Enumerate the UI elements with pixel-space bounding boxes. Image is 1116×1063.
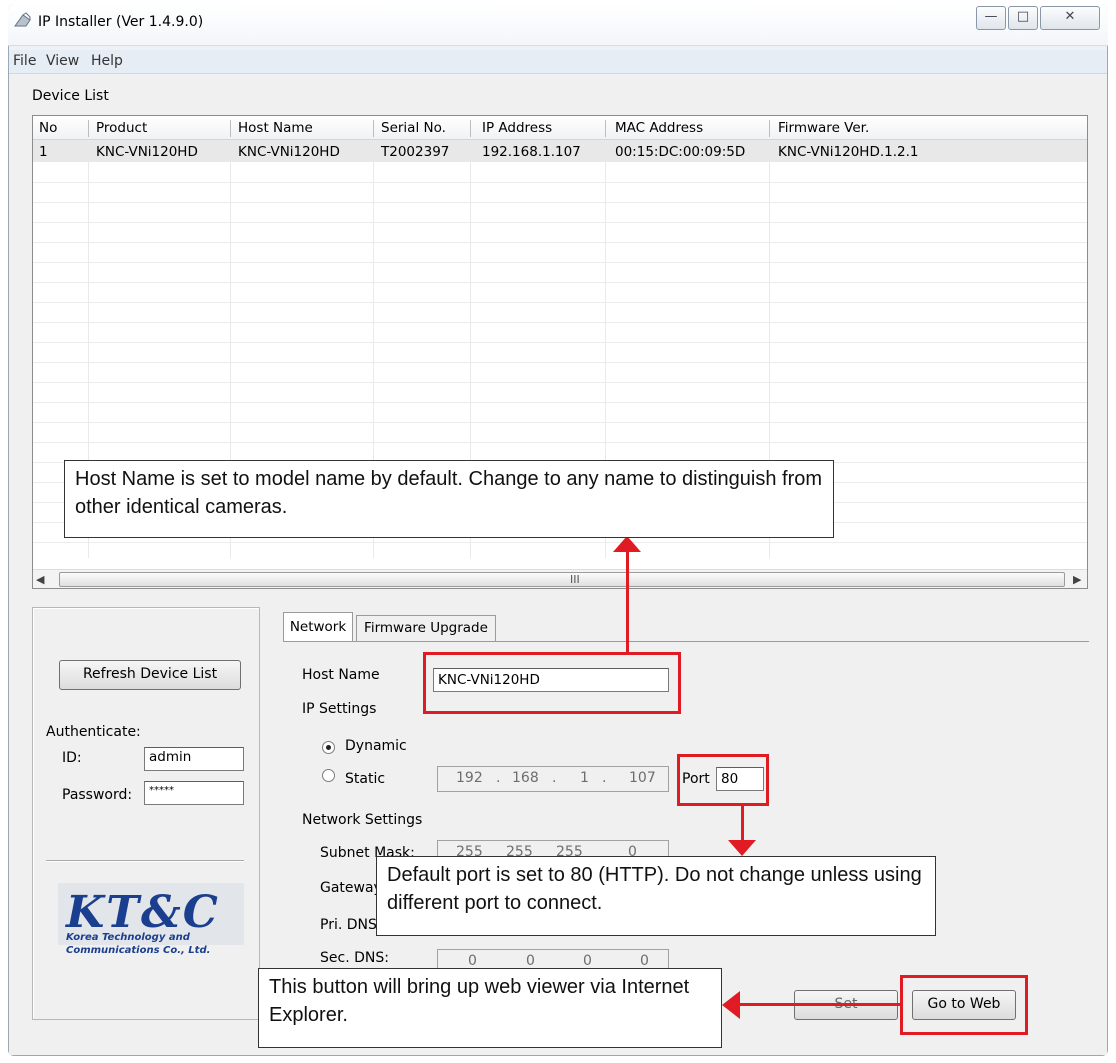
arrow-up-icon: [613, 536, 641, 552]
ip-octet: 168: [512, 770, 539, 786]
tab-network[interactable]: Network: [283, 612, 353, 642]
radio-selected-dot: [326, 745, 331, 750]
tab-firmware-upgrade[interactable]: Firmware Upgrade: [356, 615, 496, 641]
grid-line: [33, 282, 1087, 283]
menu-view[interactable]: View: [46, 53, 79, 69]
port-callout: Default port is set to 80 (HTTP). Do not…: [376, 856, 936, 936]
column-separator[interactable]: [769, 120, 770, 137]
grid-line: [33, 382, 1087, 383]
port-highlight: [677, 754, 769, 806]
menu-file[interactable]: File: [13, 53, 36, 69]
arrow-line: [626, 548, 629, 654]
column-host-name[interactable]: Host Name: [238, 120, 313, 136]
ip-octet: 192: [456, 770, 483, 786]
id-input[interactable]: admin: [144, 747, 244, 771]
static-radio[interactable]: [322, 769, 335, 782]
window-title: IP Installer (Ver 1.4.9.0): [38, 14, 204, 30]
svg-text:Communications Co., Ltd.: Communications Co., Ltd.: [66, 945, 210, 955]
minimize-button[interactable]: —: [976, 6, 1006, 30]
ip-address-input[interactable]: 192 . 168 . 1 . 107: [437, 766, 669, 792]
minimize-icon: —: [984, 9, 998, 24]
menu-bar: File View Help: [9, 50, 1107, 74]
network-settings-label: Network Settings: [302, 812, 423, 828]
column-no[interactable]: No: [39, 120, 57, 136]
column-separator[interactable]: [373, 120, 374, 137]
company-logo: KT&C Korea Technology and Communications…: [58, 883, 244, 955]
password-label: Password:: [62, 787, 133, 803]
grid-line: [33, 342, 1087, 343]
arrow-left-icon: [722, 991, 740, 1019]
ip-settings-label: IP Settings: [302, 701, 377, 717]
cell-mac-address: 00:15:DC:00:09:5D: [615, 144, 746, 160]
static-label: Static: [345, 771, 386, 787]
column-serial-no[interactable]: Serial No.: [381, 120, 446, 136]
id-label: ID:: [62, 750, 82, 766]
menu-help[interactable]: Help: [91, 53, 123, 69]
scroll-grip-icon: III: [570, 573, 580, 586]
column-separator[interactable]: [605, 120, 606, 137]
grid-line: [33, 302, 1087, 303]
ip-octet: 107: [629, 770, 656, 786]
cell-ip-address: 192.168.1.107: [482, 144, 581, 160]
scroll-right-icon[interactable]: ▶: [1073, 573, 1081, 586]
arrow-line: [740, 1003, 902, 1006]
arrow-line: [741, 806, 744, 844]
grid-line: [33, 402, 1087, 403]
column-product[interactable]: Product: [96, 120, 147, 136]
app-icon: [14, 12, 31, 27]
password-input[interactable]: *****: [144, 781, 244, 805]
column-firmware-ver[interactable]: Firmware Ver.: [778, 120, 869, 136]
scroll-left-icon[interactable]: ◀: [36, 573, 44, 586]
column-separator[interactable]: [88, 120, 89, 137]
horizontal-scrollbar[interactable]: ◀ III ▶: [33, 569, 1087, 588]
refresh-device-list-button[interactable]: Refresh Device List: [59, 660, 241, 690]
maximize-icon: □: [1016, 9, 1030, 24]
go-to-web-highlight: [900, 975, 1028, 1035]
close-icon: ✕: [1064, 9, 1076, 24]
cell-host-name: KNC-VNi120HD: [238, 144, 340, 160]
column-mac-address[interactable]: MAC Address: [615, 120, 703, 136]
divider: [46, 860, 244, 862]
cell-product: KNC-VNi120HD: [96, 144, 198, 160]
arrow-down-icon: [728, 840, 756, 856]
grid-line: [33, 202, 1087, 203]
host-name-label: Host Name: [302, 667, 380, 683]
grid-line: [33, 222, 1087, 223]
cell-serial-no: T2002397: [381, 144, 450, 160]
column-separator[interactable]: [470, 120, 471, 137]
host-name-callout: Host Name is set to model name by defaul…: [64, 460, 834, 538]
pri-dns-label: Pri. DNS:: [320, 917, 382, 933]
grid-line: [33, 182, 1087, 183]
svg-text:KT&C: KT&C: [64, 887, 220, 938]
grid-line: [33, 322, 1087, 323]
grid-line: [33, 242, 1087, 243]
host-name-highlight: [423, 652, 681, 714]
svg-text:Korea Technology and: Korea Technology and: [66, 932, 191, 943]
column-ip-address[interactable]: IP Address: [482, 120, 552, 136]
list-header: No Product Host Name Serial No. IP Addre…: [33, 116, 1087, 140]
grid-line: [33, 262, 1087, 263]
ip-octet: 1: [580, 770, 589, 786]
dynamic-label: Dynamic: [345, 738, 407, 754]
dynamic-radio[interactable]: [322, 741, 335, 754]
close-button[interactable]: ✕: [1040, 6, 1100, 30]
grid-line: [33, 422, 1087, 423]
dns-octet: 0: [526, 953, 535, 969]
authenticate-label: Authenticate:: [46, 724, 141, 740]
dns-octet: 0: [583, 953, 592, 969]
sec-dns-label: Sec. DNS:: [320, 950, 389, 966]
grid-line: [33, 362, 1087, 363]
device-list-label: Device List: [32, 88, 109, 104]
dns-octet: 0: [640, 953, 649, 969]
tab-divider: [283, 641, 1089, 642]
maximize-button[interactable]: □: [1008, 6, 1038, 30]
cell-no: 1: [39, 144, 48, 160]
grid-line: [33, 542, 1087, 543]
web-callout: This button will bring up web viewer via…: [258, 968, 722, 1048]
column-separator[interactable]: [230, 120, 231, 137]
scroll-thumb[interactable]: III: [59, 572, 1065, 587]
cell-firmware-ver: KNC-VNi120HD.1.2.1: [778, 144, 919, 160]
dns-octet: 0: [468, 953, 477, 969]
grid-line: [33, 442, 1087, 443]
